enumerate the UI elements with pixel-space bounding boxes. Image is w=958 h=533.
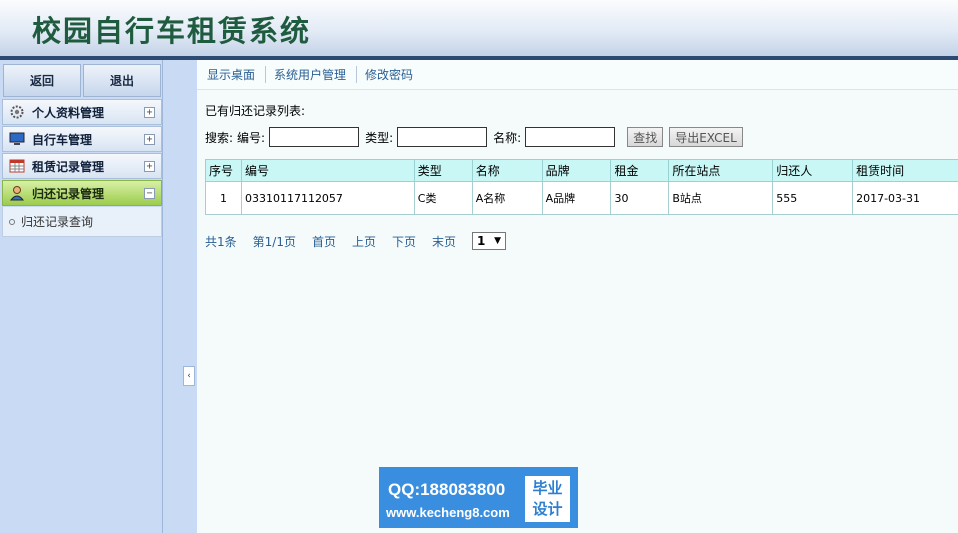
search-button[interactable]: 查找 [627,127,664,147]
menu-item-label: 租赁记录管理 [32,159,105,174]
table-cell: 03310117112057 [240,181,415,215]
column-header: 品牌 [541,159,612,182]
column-header: 归还人 [772,159,854,182]
watermark-badge: 毕业 设计 [525,476,570,522]
column-header: 租金 [610,159,670,182]
table-icon [8,158,26,174]
badge-line: 设计 [532,500,563,518]
menu-item-label: 自行车管理 [32,132,93,147]
back-button[interactable]: 返回 [3,64,81,97]
table-cell: A名称 [471,181,543,215]
column-header: 类型 [413,159,473,182]
main-content: 显示桌面 系统用户管理 修改密码 已有归还记录列表: 搜索: 编号: 类型: 名… [197,60,958,533]
table-cell: 555 [772,181,854,215]
expand-icon[interactable]: + [144,161,155,172]
sidebar-panel: 返回 退出 个人资料管理 + 自行车管理 + 租赁记录管理 + 归还记录管理 −… [0,60,163,533]
next-page-link[interactable]: 下页 [392,233,416,250]
logout-button[interactable]: 退出 [83,64,161,97]
id-input[interactable] [269,127,360,147]
page-select-value: 1 [477,234,486,248]
menu-item-return-records[interactable]: 归还记录管理 − [2,180,162,206]
pagination: 共1条 第1/1页 首页 上页 下页 末页 1 ▼ [205,232,507,250]
id-label: 编号: [237,130,266,145]
menu-item-label: 归还记录管理 [32,186,105,201]
top-nav: 显示桌面 系统用户管理 修改密码 [197,60,958,90]
gear-icon [8,104,26,120]
expand-icon[interactable]: + [144,134,155,145]
search-prefix: 搜索: [205,130,234,145]
sidebar-top-buttons: 返回 退出 [2,64,162,97]
table-cell: B站点 [668,181,774,215]
sidebar: 返回 退出 个人资料管理 + 自行车管理 + 租赁记录管理 + 归还记录管理 −… [0,60,183,533]
badge-line: 毕业 [532,479,563,497]
chevron-down-icon: ▼ [494,236,502,246]
bullet-icon [9,218,15,225]
column-header: 所在站点 [668,159,774,182]
sidebar-splitter [183,60,197,533]
name-input[interactable] [525,127,616,147]
table-header-row: 序号 编号 类型 名称 品牌 租金 所在站点 归还人 租赁时间 [205,159,958,182]
menu-item-rental-records[interactable]: 租赁记录管理 + [2,153,162,179]
submenu-return-query[interactable]: 归还记录查询 [2,207,162,237]
total-count: 共1条 [205,234,237,249]
watermark-url: www.kecheng8.com [386,505,510,520]
tab-system-users[interactable]: 系统用户管理 [274,66,358,83]
type-input[interactable] [397,127,488,147]
prev-page-link[interactable]: 上页 [352,233,376,250]
list-caption: 已有归还记录列表: [205,104,306,118]
user-icon [8,185,26,201]
watermark-qq: QQ:188083800 [388,480,506,499]
table-cell: C类 [413,181,473,215]
page-indicator: 第1/1页 [252,234,296,249]
table-cell: A品牌 [541,181,612,215]
table-cell: 2017-03-31 [852,181,958,215]
column-header: 名称 [471,159,543,182]
search-bar: 搜索: 编号: 类型: 名称: 查找 导出EXCEL [205,127,743,147]
collapse-sidebar-icon[interactable]: ‹ [183,366,195,386]
column-header: 序号 [205,159,242,182]
tab-desktop[interactable]: 显示桌面 [207,66,267,83]
tab-change-password[interactable]: 修改密码 [365,66,423,83]
column-header: 编号 [240,159,415,182]
table-cell: 1 [205,181,242,215]
page-select[interactable]: 1 ▼ [472,232,507,250]
first-page-link[interactable]: 首页 [312,233,336,250]
expand-icon[interactable]: + [144,107,155,118]
sidebar-menu: 个人资料管理 + 自行车管理 + 租赁记录管理 + 归还记录管理 − 归还记录查… [2,99,162,237]
export-excel-button[interactable]: 导出EXCEL [669,127,743,147]
records-table: 序号 编号 类型 名称 品牌 租金 所在站点 归还人 租赁时间 1 033101… [205,159,958,215]
table-row: 1 03310117112057 C类 A名称 A品牌 30 B站点 555 2… [205,181,958,215]
menu-item-bicycle[interactable]: 自行车管理 + [2,126,162,152]
last-page-link[interactable]: 末页 [432,233,456,250]
collapse-icon[interactable]: − [144,188,155,199]
watermark-banner: QQ:188083800 www.kecheng8.com 毕业 设计 [379,467,578,528]
submenu-item-label: 归还记录查询 [21,215,94,229]
column-header: 租赁时间 [852,159,958,182]
menu-item-profile[interactable]: 个人资料管理 + [2,99,162,125]
name-label: 名称: [493,130,522,145]
app-title: 校园自行车租赁系统 [32,14,312,48]
table-cell: 30 [610,181,670,215]
menu-item-label: 个人资料管理 [32,105,105,120]
type-label: 类型: [365,130,394,145]
app-header: 校园自行车租赁系统 [0,0,958,56]
monitor-icon [8,131,26,147]
